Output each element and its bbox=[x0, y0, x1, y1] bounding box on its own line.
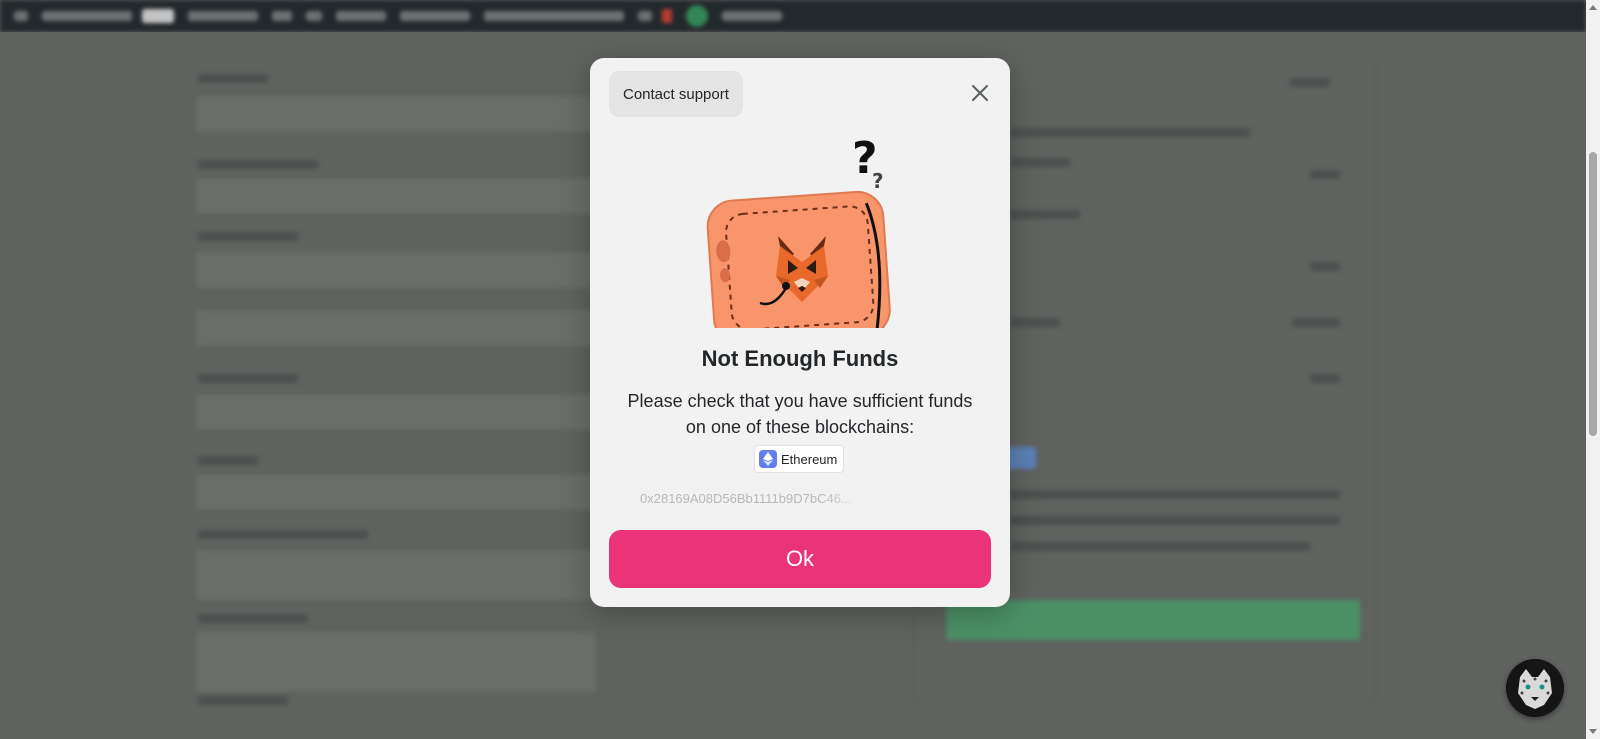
admin-bar-avatar bbox=[686, 5, 708, 27]
scroll-up-arrow-icon[interactable] bbox=[1589, 5, 1597, 10]
avatar-image bbox=[1506, 659, 1564, 717]
blockchain-chip: Ethereum bbox=[754, 445, 845, 473]
background-submit-button bbox=[946, 600, 1360, 640]
page-scrollbar[interactable] bbox=[1586, 0, 1600, 739]
leopard-avatar[interactable] bbox=[1506, 659, 1564, 717]
admin-bar-item bbox=[336, 11, 386, 21]
contact-support-button[interactable]: Contact support bbox=[609, 71, 743, 117]
wallet-fox-illustration: ? ? bbox=[706, 133, 891, 328]
wallet-address: 0x28169A08D56Bb1111b9D7bC46... bbox=[640, 491, 852, 506]
admin-bar-item bbox=[400, 11, 470, 21]
modal-title: Not Enough Funds bbox=[701, 346, 899, 371]
admin-bar-item bbox=[722, 11, 782, 21]
close-button[interactable] bbox=[965, 78, 995, 108]
admin-bar-alert bbox=[662, 9, 672, 23]
admin-bar-item bbox=[306, 11, 322, 21]
not-enough-funds-modal: Contact support ? ? Not Enough Funds Ple… bbox=[590, 58, 1010, 607]
admin-bar-item bbox=[42, 11, 132, 21]
ethereum-icon bbox=[759, 450, 777, 468]
admin-bar-item bbox=[188, 11, 258, 21]
close-icon bbox=[972, 85, 988, 101]
admin-bar-badge bbox=[142, 9, 174, 23]
blockchain-name: Ethereum bbox=[781, 451, 838, 467]
ok-button[interactable]: Ok bbox=[609, 530, 991, 588]
admin-toolbar bbox=[0, 0, 1586, 32]
scrollbar-thumb[interactable] bbox=[1589, 152, 1597, 436]
admin-bar-item bbox=[484, 11, 624, 21]
wordpress-icon bbox=[14, 11, 28, 21]
admin-bar-item bbox=[638, 11, 652, 21]
modal-message: Please check that you have sufficient fu… bbox=[627, 391, 973, 437]
svg-text:?: ? bbox=[872, 169, 884, 193]
scroll-down-arrow-icon[interactable] bbox=[1589, 729, 1597, 734]
admin-bar-item bbox=[272, 11, 292, 21]
